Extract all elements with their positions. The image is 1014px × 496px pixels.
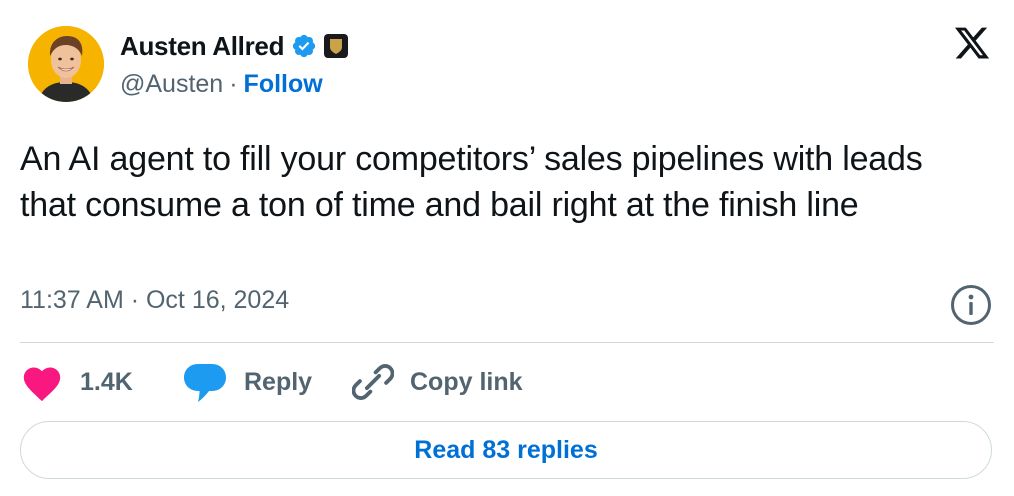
affiliate-badge-icon [324, 34, 349, 58]
link-icon [352, 364, 394, 400]
like-count: 1.4K [80, 367, 133, 396]
divider [20, 342, 994, 343]
tweet-timestamp[interactable]: 11:37 AM · Oct 16, 2024 [20, 286, 289, 315]
reply-label: Reply [244, 367, 313, 396]
avatar-image [28, 26, 104, 102]
reply-bubble-icon [184, 364, 226, 402]
heart-icon [23, 367, 61, 402]
avatar[interactable] [28, 26, 104, 102]
read-replies-button[interactable]: Read 83 replies [20, 421, 992, 479]
x-logo-icon[interactable] [951, 24, 993, 62]
author-handle[interactable]: @Austen [120, 70, 223, 99]
author-name-row: Austen Allred [120, 29, 349, 63]
author-handle-row: @Austen · Follow [120, 68, 323, 100]
reply-action[interactable]: Reply [182, 360, 312, 404]
info-icon[interactable] [949, 283, 993, 327]
copy-link-label: Copy link [410, 367, 523, 396]
author-display-name[interactable]: Austen Allred [120, 31, 284, 62]
follow-button[interactable]: Follow [244, 70, 323, 99]
copy-link-action[interactable]: Copy link [352, 360, 523, 404]
like-action[interactable]: 1.4K [20, 360, 133, 404]
tweet-text: An AI agent to fill your competitors’ sa… [20, 140, 923, 224]
verified-badge-icon [293, 34, 316, 58]
separator-dot: · [229, 69, 238, 98]
tweet-embed-card: Austen Allred @Austen · Follow An AI age… [0, 0, 1014, 496]
